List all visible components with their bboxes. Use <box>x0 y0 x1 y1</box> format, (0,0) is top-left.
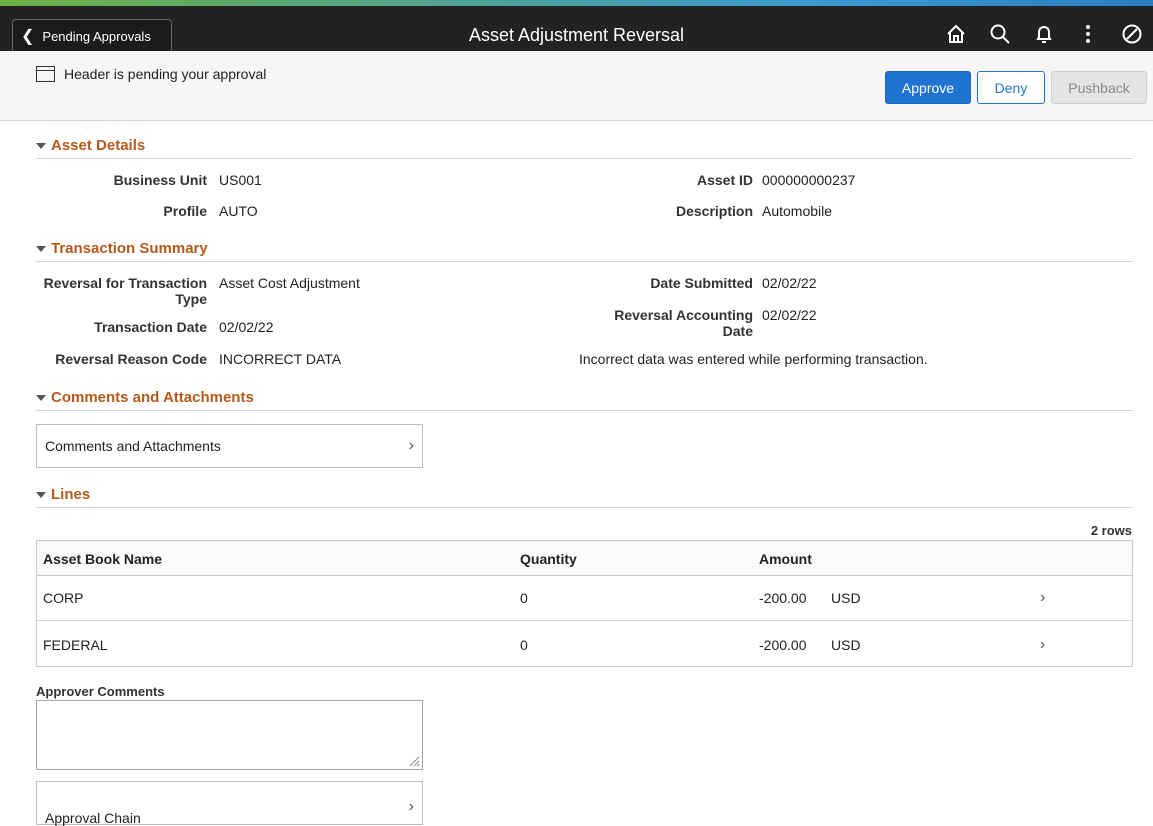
pending-status: Header is pending your approval <box>36 66 266 82</box>
approval-chain-label: Approval Chain <box>45 810 141 826</box>
search-icon[interactable] <box>987 21 1013 47</box>
section-asset-details[interactable]: Asset Details <box>36 137 1133 159</box>
pending-text: Header is pending your approval <box>64 66 267 82</box>
section-comments-attachments[interactable]: Comments and Attachments <box>36 389 1133 411</box>
cell-amount: -200.00 <box>759 636 807 653</box>
column-header-amount: Amount <box>759 550 812 567</box>
section-title: Transaction Summary <box>51 240 208 257</box>
reversal-type-label: Reversal for Transaction Type <box>44 275 207 307</box>
approval-chain-link[interactable]: Approval Chain › <box>36 781 423 826</box>
bell-icon[interactable] <box>1031 21 1057 47</box>
table-row[interactable]: CORP 0 -200.00 USD › <box>37 576 1132 621</box>
date-submitted-label: Date Submitted <box>650 275 753 291</box>
label-line: Reversal for Transaction <box>43 275 207 291</box>
reversal-accounting-date-label: Reversal Accounting Date <box>614 307 753 339</box>
collapse-triangle-icon <box>36 143 46 149</box>
transaction-date-value: 02/02/22 <box>219 319 274 335</box>
reason-code-value: INCORRECT DATA <box>219 351 342 367</box>
grid-header-row: Asset Book Name Quantity Amount <box>37 541 1132 576</box>
compass-icon[interactable] <box>1119 21 1145 47</box>
reversal-accounting-date-value: 02/02/22 <box>762 307 817 323</box>
collapse-triangle-icon <box>36 246 46 252</box>
chevron-right-icon: › <box>1040 635 1046 653</box>
pushback-button[interactable]: Pushback <box>1051 71 1147 104</box>
reason-code-label: Reversal Reason Code <box>55 351 207 367</box>
home-icon[interactable] <box>943 21 969 47</box>
label-line: Type <box>175 291 207 307</box>
cell-asset-book: CORP <box>43 590 84 606</box>
chevron-right-icon: › <box>408 798 414 815</box>
cell-currency: USD <box>831 636 861 653</box>
cell-currency: USD <box>831 590 861 606</box>
business-unit-value: US001 <box>219 172 262 188</box>
column-header-quantity: Quantity <box>520 550 577 567</box>
profile-label: Profile <box>163 203 207 219</box>
table-row[interactable]: FEDERAL 0 -200.00 USD › <box>37 622 1132 667</box>
approve-button[interactable]: Approve <box>885 71 971 104</box>
section-title: Lines <box>51 486 91 503</box>
lines-grid: Asset Book Name Quantity Amount CORP 0 -… <box>36 540 1133 667</box>
cell-quantity: 0 <box>520 590 528 606</box>
profile-value: AUTO <box>219 203 258 219</box>
reason-description: Incorrect data was entered while perform… <box>579 351 928 367</box>
section-lines[interactable]: Lines <box>36 486 1133 508</box>
deny-button[interactable]: Deny <box>977 71 1045 104</box>
app-banner: ❮ Pending Approvals Asset Adjustment Rev… <box>0 6 1153 53</box>
comments-attachments-link-label: Comments and Attachments <box>45 438 221 454</box>
banner-actions <box>943 21 1145 47</box>
reversal-type-value: Asset Cost Adjustment <box>219 275 360 291</box>
label-line: Date <box>722 323 753 339</box>
row-count: 2 rows <box>1090 523 1132 538</box>
asset-id-value: 000000000237 <box>762 172 856 188</box>
cell-quantity: 0 <box>520 636 528 653</box>
cell-asset-book: FEDERAL <box>43 636 108 653</box>
column-header-asset-book: Asset Book Name <box>43 550 163 567</box>
asset-id-label: Asset ID <box>696 172 753 188</box>
section-transaction-summary[interactable]: Transaction Summary <box>36 240 1133 262</box>
collapse-triangle-icon <box>36 492 46 498</box>
label-line: Reversal Accounting <box>614 307 753 323</box>
header-window-icon <box>36 66 55 82</box>
approver-comments-input[interactable] <box>36 700 423 770</box>
chevron-right-icon: › <box>1040 589 1046 606</box>
approval-action-bar: Header is pending your approval Approve … <box>0 51 1153 121</box>
description-value: Automobile <box>762 203 833 219</box>
collapse-triangle-icon <box>36 395 46 401</box>
business-unit-label: Business Unit <box>113 172 207 188</box>
section-title: Comments and Attachments <box>51 389 254 406</box>
description-label: Description <box>675 203 753 219</box>
date-submitted-value: 02/02/22 <box>762 275 817 291</box>
cell-amount: -200.00 <box>759 590 807 606</box>
transaction-date-label: Transaction Date <box>94 319 207 335</box>
approver-comments-label: Approver Comments <box>36 684 165 699</box>
section-title: Asset Details <box>51 137 146 154</box>
chevron-right-icon: › <box>408 437 414 454</box>
kebab-menu-icon[interactable] <box>1075 21 1101 47</box>
comments-attachments-link[interactable]: Comments and Attachments › <box>36 424 423 468</box>
